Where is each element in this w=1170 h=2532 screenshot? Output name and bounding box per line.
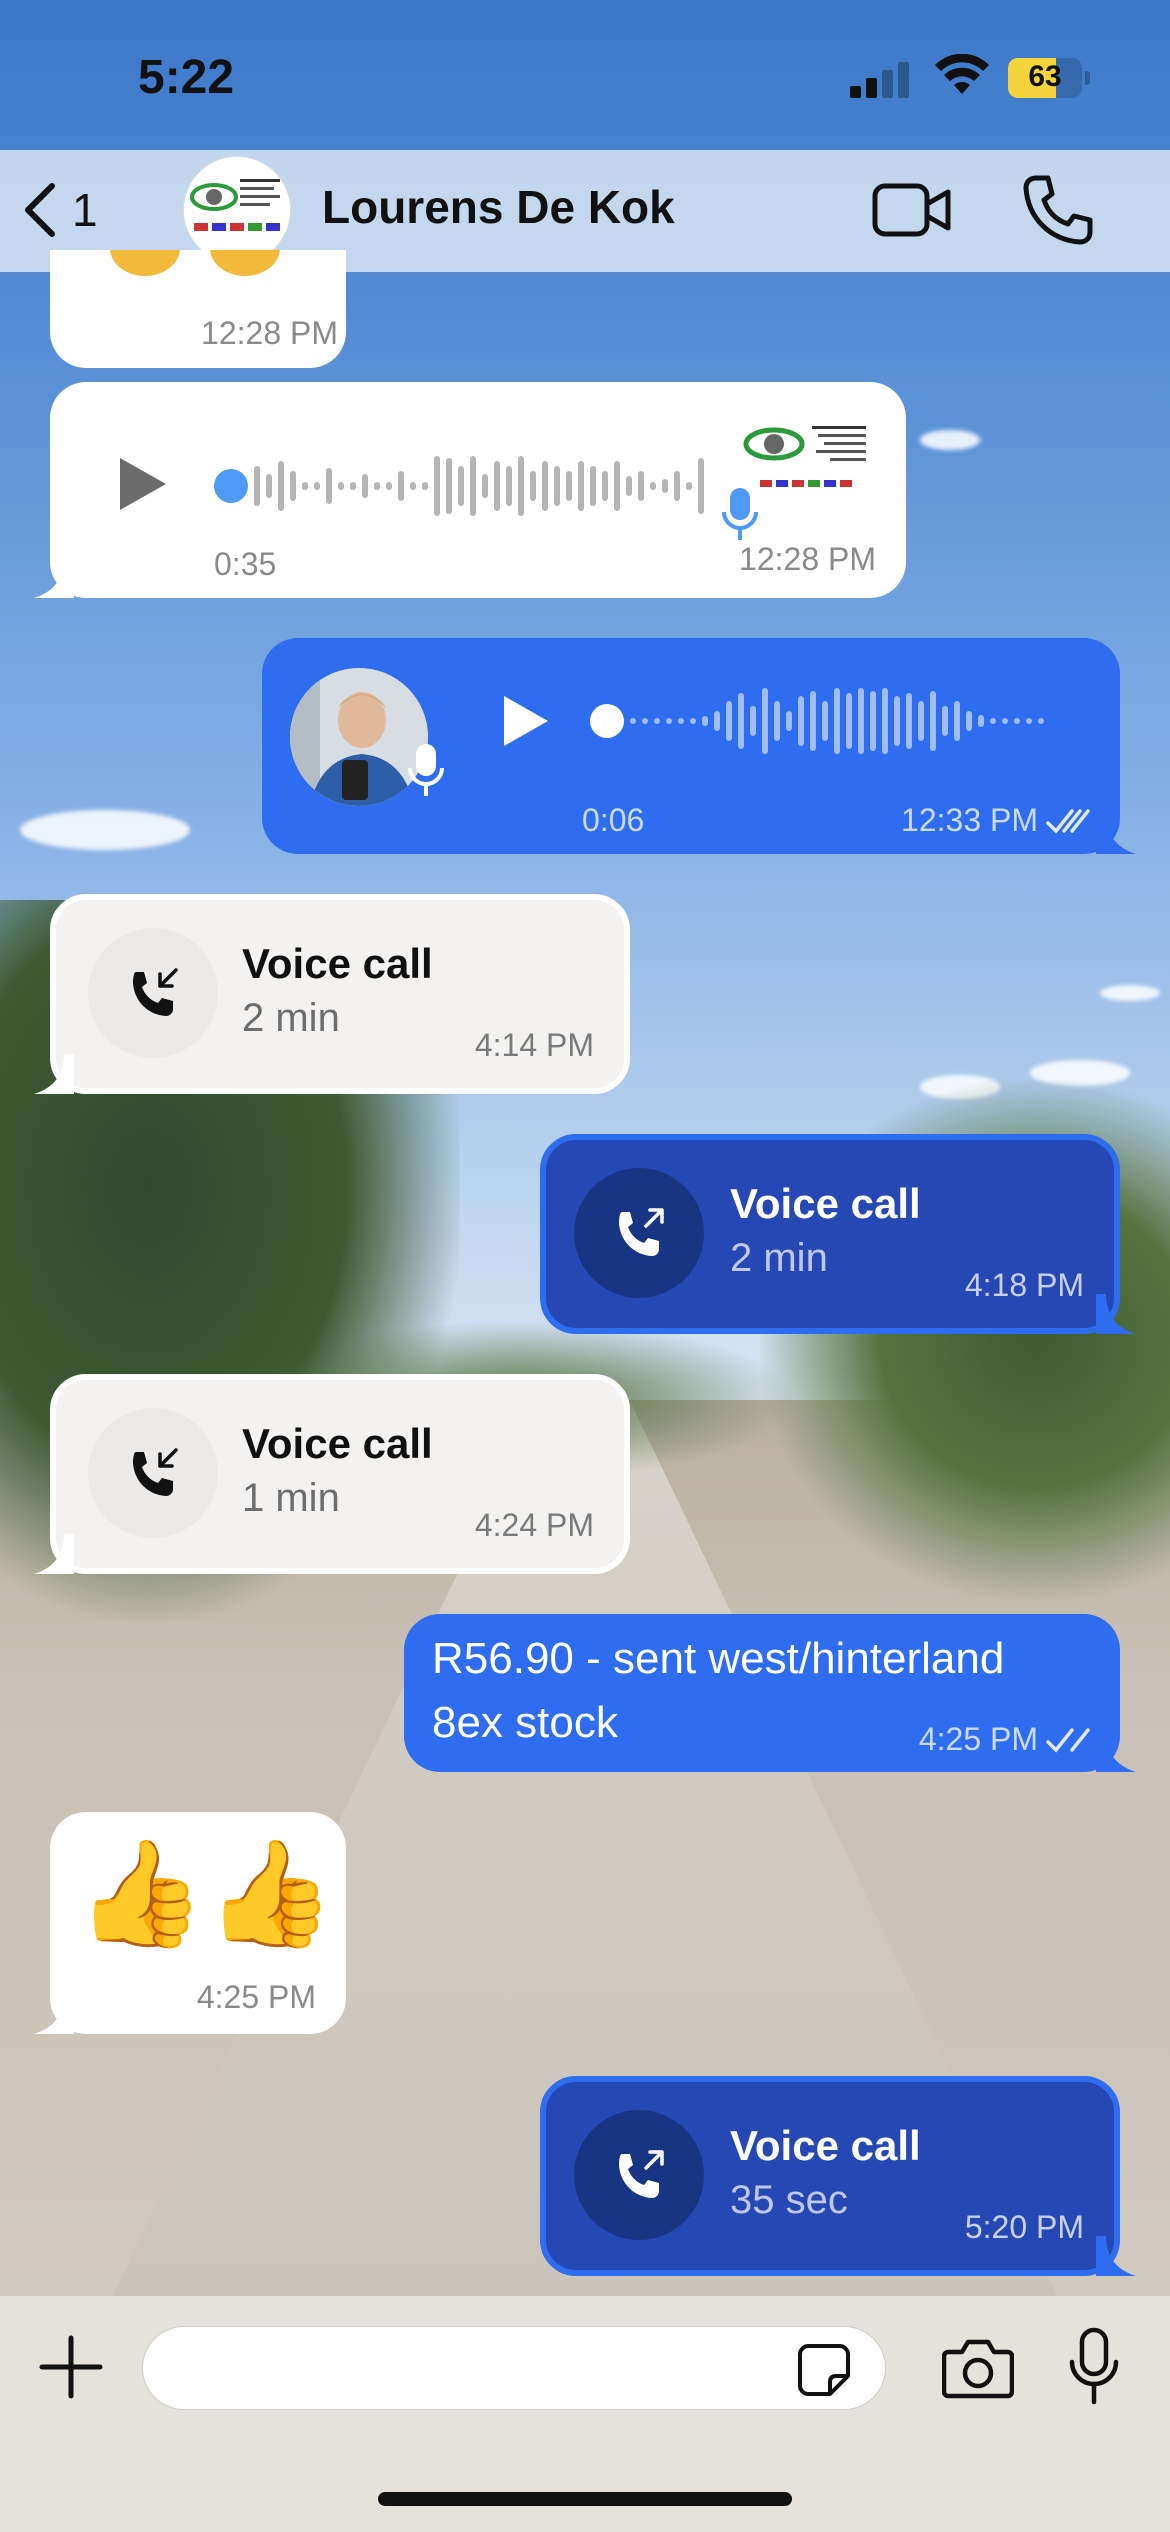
incoming-call-icon [133, 1448, 178, 1496]
wifi-icon [935, 54, 989, 94]
message-text-line: 8ex stock [432, 1698, 618, 1747]
business-logo-image [743, 426, 866, 487]
call-icon-badge [88, 1408, 218, 1538]
sticker-icon[interactable] [796, 2342, 852, 2398]
call-log-outgoing[interactable]: Voice call 35 sec 5:20 PM [540, 2076, 1136, 2276]
voice-note-incoming[interactable]: 0:35 12:28 PM [34, 382, 906, 598]
video-call-button[interactable] [872, 178, 952, 242]
bubble-tail [34, 558, 74, 598]
message-bubble-incoming[interactable]: 👍👍 4:25 PM [34, 1812, 346, 2034]
microphone-icon [722, 488, 758, 540]
voice-call-button[interactable] [1020, 172, 1096, 248]
sender-avatar [740, 418, 876, 510]
signal-icon [850, 62, 914, 98]
call-icon-badge [88, 928, 218, 1058]
call-log-outgoing[interactable]: Voice call 2 min 4:18 PM [540, 1134, 1136, 1334]
home-indicator[interactable] [378, 2492, 792, 2506]
business-logo-image [184, 157, 290, 263]
message-time: 4:18 PM [964, 1267, 1084, 1303]
playhead[interactable] [590, 704, 624, 738]
plus-icon[interactable] [38, 2334, 104, 2400]
unread-count: 1 [72, 184, 98, 236]
battery-percent: 63 [1028, 60, 1062, 93]
outgoing-call-icon [619, 1208, 664, 1256]
call-duration: 1 min [242, 1476, 340, 1520]
message-bubble-outgoing[interactable]: R56.90 - sent west/hinterland 8ex stock … [404, 1614, 1136, 1772]
message-time: 4:25 PM [918, 1721, 1038, 1757]
microphone-icon[interactable] [1068, 2326, 1120, 2406]
composer-bar [0, 2296, 1170, 2532]
bubble-tail [34, 1994, 74, 2034]
voice-note-outgoing[interactable]: 0:06 12:33 PM [262, 638, 1136, 854]
call-duration: 2 min [242, 996, 340, 1040]
status-time: 5:22 [138, 51, 235, 104]
emoji-partial [110, 250, 310, 278]
message-text-line: R56.90 - sent west/hinterland [432, 1634, 1005, 1683]
bubble-tail [1096, 814, 1136, 854]
voice-duration: 0:06 [582, 802, 645, 838]
message-time: 5:20 PM [964, 2209, 1084, 2245]
double-check-icon [1046, 1727, 1090, 1753]
message-time: 4:24 PM [474, 1507, 594, 1543]
bubble-tail [1096, 2236, 1136, 2276]
microphone-icon [408, 744, 444, 796]
bubble-tail [1096, 1294, 1136, 1334]
wallpaper-cloud [1100, 985, 1160, 1001]
voice-waveform[interactable] [214, 452, 746, 520]
message-input[interactable] [142, 2326, 886, 2410]
message-time: 12:28 PM [201, 315, 338, 351]
message-bubble-incoming[interactable]: 12:28 PM [50, 250, 346, 368]
message-time: 4:14 PM [474, 1027, 594, 1063]
outgoing-call-icon [619, 2150, 664, 2198]
emoji-text: 👍👍 [76, 1836, 335, 1952]
double-check-icon [1046, 807, 1092, 835]
call-log-incoming[interactable]: Voice call 2 min 4:14 PM [34, 894, 630, 1094]
voice-duration: 0:35 [214, 546, 277, 582]
call-title: Voice call [730, 2122, 921, 2169]
call-title: Voice call [242, 940, 433, 987]
call-log-incoming[interactable]: Voice call 1 min 4:24 PM [34, 1374, 630, 1574]
play-icon[interactable] [498, 692, 552, 750]
wallpaper-cloud [20, 810, 190, 850]
playhead[interactable] [214, 469, 248, 503]
incoming-call-icon [133, 968, 178, 1016]
message-meta: 4:25 PM [919, 1721, 1092, 1758]
battery-indicator: 63 [1008, 58, 1090, 98]
camera-icon[interactable] [942, 2336, 1014, 2400]
call-icon-badge [574, 1168, 704, 1298]
phone-icon [1023, 175, 1093, 245]
call-title: Voice call [242, 1420, 433, 1467]
call-duration: 35 sec [730, 2178, 848, 2222]
message-meta: 12:33 PM [901, 802, 1092, 839]
contact-avatar[interactable] [183, 156, 291, 264]
wallpaper-cloud [920, 430, 980, 450]
bubble-tail [34, 1534, 74, 1574]
call-title: Voice call [730, 1180, 921, 1227]
bubble-tail [1096, 1732, 1136, 1772]
message-time: 12:28 PM [739, 541, 876, 577]
contact-name[interactable]: Lourens De Kok [322, 180, 675, 234]
chevron-left-icon [25, 183, 55, 237]
call-icon-badge [574, 2110, 704, 2240]
message-time: 4:25 PM [196, 1979, 316, 2015]
message-time: 12:33 PM [901, 802, 1038, 838]
bubble-tail [34, 1054, 74, 1094]
voice-waveform[interactable] [590, 686, 1050, 756]
video-camera-icon [872, 183, 951, 237]
back-button[interactable]: 1 [20, 172, 98, 248]
play-icon[interactable] [114, 454, 170, 514]
call-duration: 2 min [730, 1236, 828, 1280]
status-bar: 5:22 63 [0, 0, 1170, 150]
